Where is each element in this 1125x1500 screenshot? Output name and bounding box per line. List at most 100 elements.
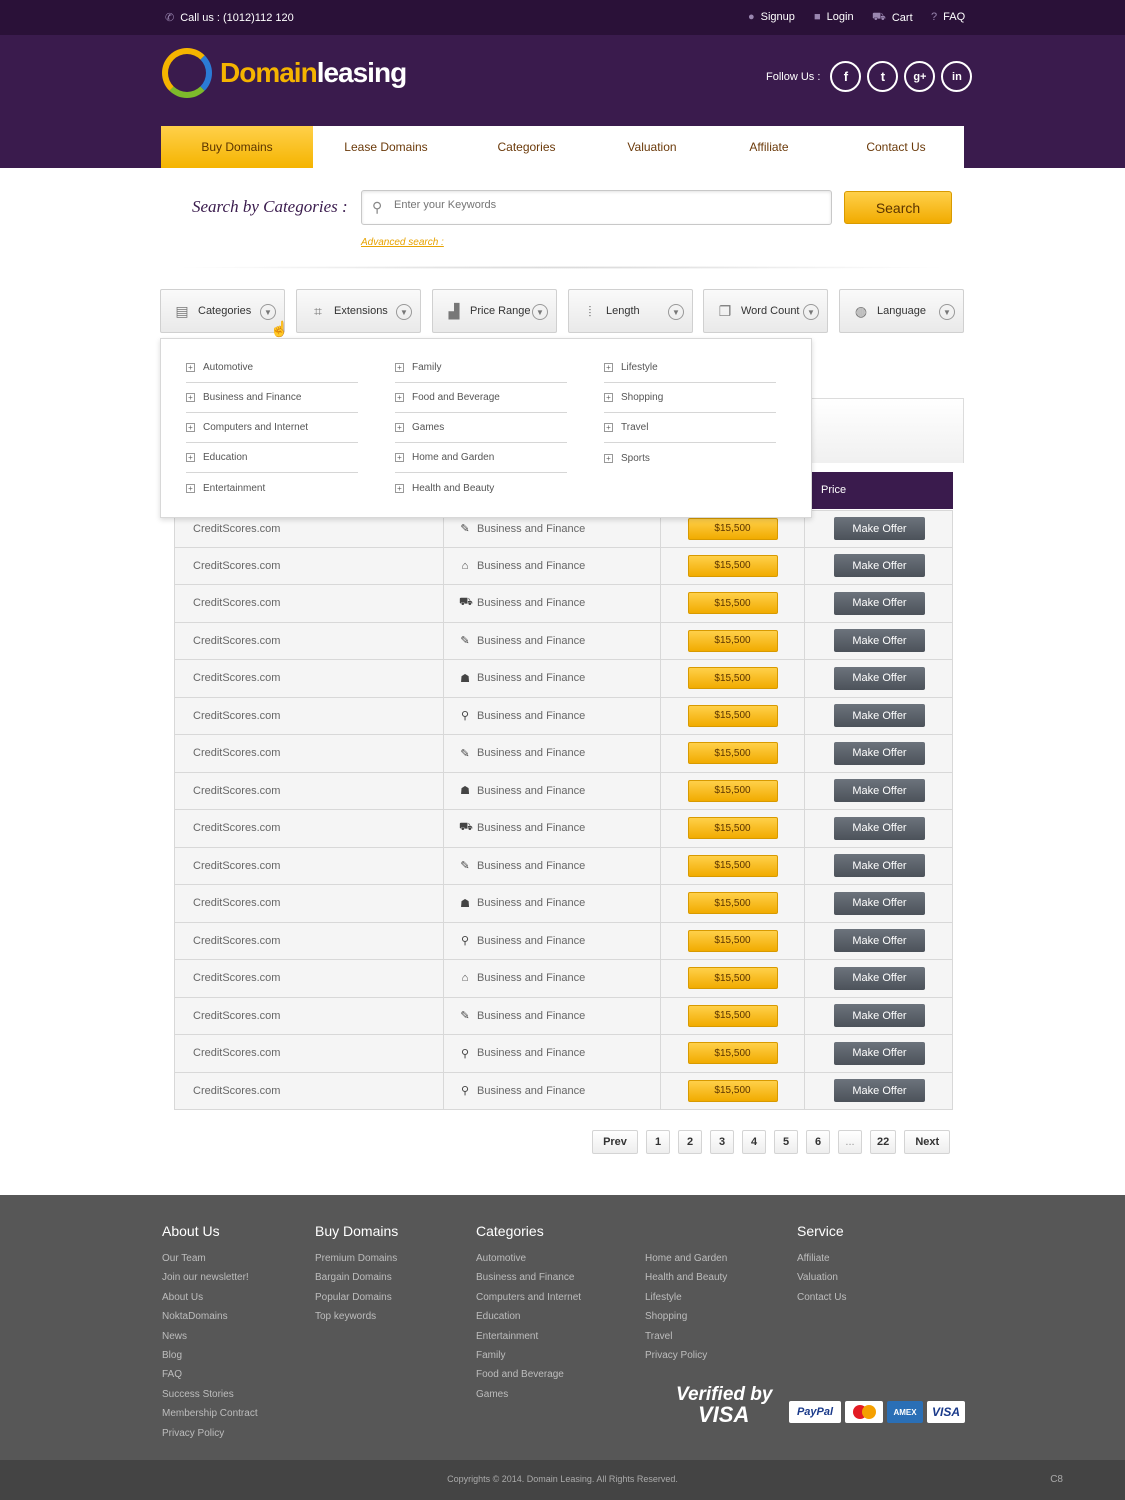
make-offer-button[interactable]: Make Offer [834, 779, 925, 803]
footer-link[interactable]: Entertainment [476, 1327, 581, 1346]
footer-link[interactable]: Home and Garden [645, 1249, 727, 1268]
next-page-button[interactable]: Next [904, 1130, 951, 1154]
price-button[interactable]: $15,500 [687, 629, 778, 652]
signup-link[interactable]: ● Signup [748, 11, 795, 23]
page-6-button[interactable]: 6 [806, 1130, 830, 1154]
advanced-search-link[interactable]: Advanced search : [361, 237, 444, 248]
footer-link[interactable]: Success Stories [162, 1385, 258, 1404]
footer-link[interactable]: News [162, 1327, 258, 1346]
login-link[interactable]: ■ Login [814, 11, 854, 23]
nav-categories[interactable]: Categories [459, 126, 594, 168]
price-button[interactable]: $15,500 [687, 967, 778, 990]
footer-link[interactable]: About Us [162, 1288, 258, 1307]
page-5-button[interactable]: 5 [774, 1130, 798, 1154]
domain-name[interactable]: CreditScores.com [175, 660, 444, 697]
footer-link[interactable]: Bargain Domains [315, 1268, 398, 1287]
footer-link[interactable]: Premium Domains [315, 1249, 398, 1268]
dropdown-item[interactable]: + Business and Finance [186, 383, 358, 413]
dropdown-item[interactable]: + Travel [604, 413, 776, 443]
make-offer-button[interactable]: Make Offer [834, 741, 925, 765]
price-button[interactable]: $15,500 [687, 517, 778, 540]
make-offer-button[interactable]: Make Offer [834, 517, 925, 541]
domain-name[interactable]: CreditScores.com [175, 885, 444, 922]
make-offer-button[interactable]: Make Offer [834, 666, 925, 690]
logo[interactable]: Domainleasing [162, 48, 407, 98]
price-button[interactable]: $15,500 [687, 1079, 778, 1102]
linkedin-icon[interactable]: in [941, 61, 973, 92]
domain-name[interactable]: CreditScores.com [175, 997, 444, 1034]
domain-name[interactable]: CreditScores.com [175, 622, 444, 659]
nav-buy-domains[interactable]: Buy Domains [161, 126, 313, 168]
make-offer-button[interactable]: Make Offer [834, 591, 925, 615]
footer-link[interactable]: Top keywords [315, 1307, 398, 1326]
price-button[interactable]: $15,500 [687, 742, 778, 765]
footer-link[interactable]: Valuation [797, 1268, 846, 1287]
dropdown-item[interactable]: + Lifestyle [604, 353, 776, 383]
domain-name[interactable]: CreditScores.com [175, 697, 444, 734]
dropdown-item[interactable]: + Health and Beauty [395, 473, 567, 503]
make-offer-button[interactable]: Make Offer [834, 929, 925, 953]
domain-name[interactable]: CreditScores.com [175, 1072, 444, 1109]
dropdown-item[interactable]: + Computers and Internet [186, 413, 358, 443]
search-box[interactable]: ⚲ [361, 190, 832, 225]
make-offer-button[interactable]: Make Offer [834, 629, 925, 653]
page-22-button[interactable]: 22 [870, 1130, 897, 1154]
search-button[interactable]: Search [844, 191, 952, 224]
footer-link[interactable]: Business and Finance [476, 1268, 581, 1287]
footer-link[interactable]: Automotive [476, 1249, 581, 1268]
footer-link[interactable]: Popular Domains [315, 1288, 398, 1307]
domain-name[interactable]: CreditScores.com [175, 1035, 444, 1072]
dropdown-item[interactable]: + Family [395, 353, 567, 383]
footer-link[interactable]: Computers and Internet [476, 1288, 581, 1307]
footer-link[interactable]: Privacy Policy [162, 1424, 258, 1443]
google-plus-icon[interactable]: g+ [904, 61, 936, 92]
footer-link[interactable]: Travel [645, 1327, 727, 1346]
nav-valuation[interactable]: Valuation [594, 126, 710, 168]
filter-length[interactable]: ⦙ Length ▼ [568, 289, 693, 333]
price-button[interactable]: $15,500 [687, 592, 778, 615]
domain-name[interactable]: CreditScores.com [175, 547, 444, 584]
make-offer-button[interactable]: Make Offer [834, 966, 925, 990]
dropdown-item[interactable]: + Automotive [186, 353, 358, 383]
price-button[interactable]: $15,500 [687, 1042, 778, 1065]
footer-link[interactable]: Blog [162, 1346, 258, 1365]
footer-link[interactable]: NoktaDomains [162, 1307, 258, 1326]
footer-link[interactable]: Family [476, 1346, 581, 1365]
footer-link[interactable]: Contact Us [797, 1288, 846, 1307]
twitter-icon[interactable]: t [867, 61, 899, 92]
domain-name[interactable]: CreditScores.com [175, 847, 444, 884]
dropdown-item[interactable]: + Education [186, 443, 358, 473]
nav-contact-us[interactable]: Contact Us [828, 126, 964, 168]
make-offer-button[interactable]: Make Offer [834, 854, 925, 878]
price-button[interactable]: $15,500 [687, 779, 778, 802]
price-button[interactable]: $15,500 [687, 667, 778, 690]
footer-link[interactable]: Our Team [162, 1249, 258, 1268]
make-offer-button[interactable]: Make Offer [834, 891, 925, 915]
filter-word-count[interactable]: ❐ Word Count ▼ [703, 289, 828, 333]
footer-link[interactable]: FAQ [162, 1365, 258, 1384]
dropdown-item[interactable]: + Entertainment [186, 473, 358, 503]
search-input[interactable] [394, 199, 814, 211]
domain-name[interactable]: CreditScores.com [175, 585, 444, 622]
footer-link[interactable]: Lifestyle [645, 1288, 727, 1307]
make-offer-button[interactable]: Make Offer [834, 1079, 925, 1103]
domain-name[interactable]: CreditScores.com [175, 922, 444, 959]
footer-link[interactable]: Health and Beauty [645, 1268, 727, 1287]
price-button[interactable]: $15,500 [687, 892, 778, 915]
page-3-button[interactable]: 3 [710, 1130, 734, 1154]
prev-page-button[interactable]: Prev [592, 1130, 638, 1154]
price-button[interactable]: $15,500 [687, 704, 778, 727]
nav-lease-domains[interactable]: Lease Domains [313, 126, 459, 168]
nav-affiliate[interactable]: Affiliate [710, 126, 828, 168]
price-button[interactable]: $15,500 [687, 817, 778, 840]
footer-link[interactable]: Education [476, 1307, 581, 1326]
filter-language[interactable]: ◍ Language ▼ [839, 289, 964, 333]
make-offer-button[interactable]: Make Offer [834, 1041, 925, 1065]
dropdown-item[interactable]: + Home and Garden [395, 443, 567, 473]
filter-categories[interactable]: ▤ Categories ▼ [160, 289, 285, 333]
facebook-icon[interactable]: f [830, 61, 862, 92]
price-button[interactable]: $15,500 [687, 554, 778, 577]
footer-link[interactable]: Food and Beverage [476, 1365, 581, 1384]
dropdown-item[interactable]: + Shopping [604, 383, 776, 413]
price-button[interactable]: $15,500 [687, 854, 778, 877]
